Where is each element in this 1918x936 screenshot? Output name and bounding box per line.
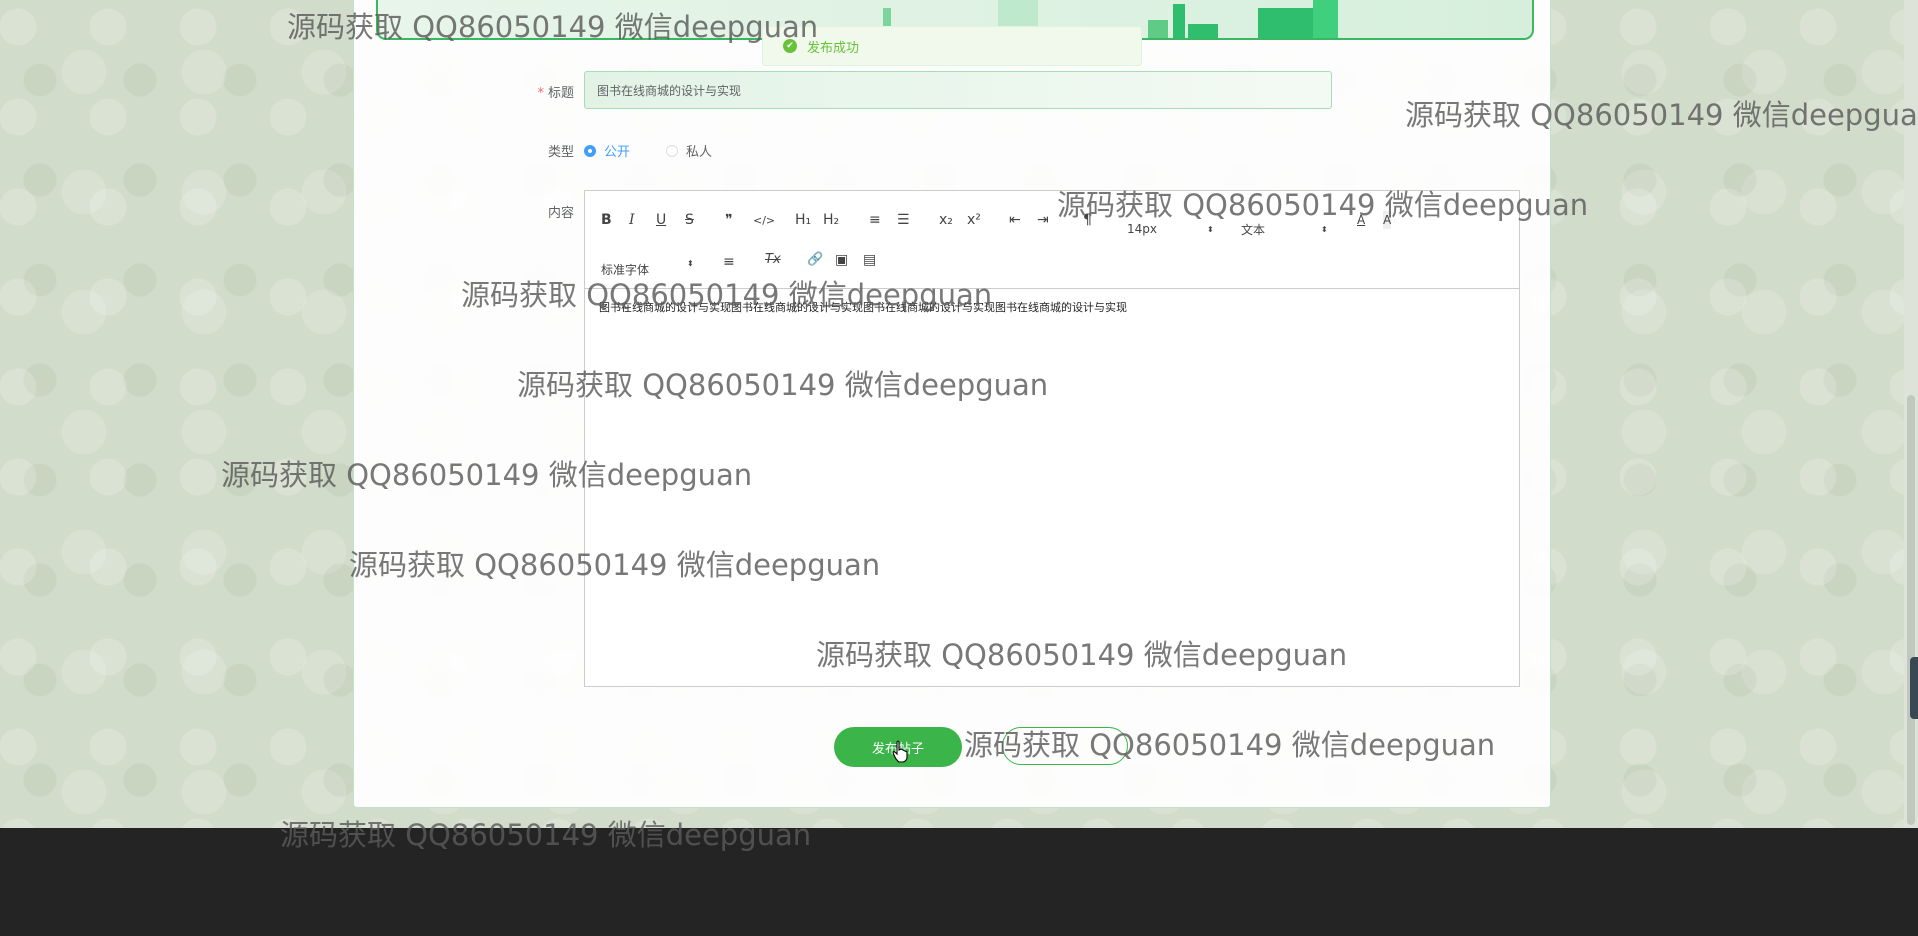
header-1-icon[interactable]: H₁ bbox=[795, 211, 811, 229]
editor-toolbar: B I U S ❞ </> H₁ H₂ ≡ ☰ x₂ x² ⇤ ⇥ ¶ 14px… bbox=[585, 191, 1519, 289]
font-size-select[interactable]: 14px ⬍ bbox=[1127, 221, 1217, 237]
title-input-value: 图书在线商城的设计与实现 bbox=[597, 83, 742, 98]
select-arrows-icon: ⬍ bbox=[1321, 224, 1328, 234]
radio-public-label: 公开 bbox=[604, 145, 631, 160]
align-icon[interactable]: ≡ bbox=[723, 253, 735, 271]
header-select-value: 文本 bbox=[1241, 222, 1266, 237]
ordered-list-icon[interactable]: ≡ bbox=[869, 211, 881, 229]
title-label: * 标题 bbox=[520, 82, 574, 101]
radio-public-dot bbox=[584, 144, 596, 157]
radio-private-dot bbox=[666, 144, 678, 157]
scrollbar-thumb[interactable] bbox=[1907, 395, 1915, 825]
bottom-dark-bar bbox=[0, 828, 1918, 936]
banner-building bbox=[1173, 4, 1185, 38]
editor-content[interactable]: 图书在线商城的设计与实现图书在线商城的设计与实现图书在线商城的设计与实现图书在线… bbox=[599, 299, 1499, 315]
text-direction-icon[interactable]: ¶ bbox=[1083, 211, 1092, 229]
radio-private[interactable]: 私人 bbox=[666, 141, 712, 160]
header-2-icon[interactable]: H₂ bbox=[823, 211, 839, 229]
reset-button[interactable] bbox=[1002, 727, 1128, 765]
banner-building bbox=[1258, 8, 1313, 38]
indent-icon[interactable]: ⇥ bbox=[1037, 211, 1049, 229]
type-label: 类型 bbox=[547, 145, 574, 160]
video-icon[interactable]: ▤ bbox=[863, 251, 876, 269]
superscript-icon[interactable]: x² bbox=[967, 211, 981, 229]
font-size-value: 14px bbox=[1127, 222, 1157, 236]
link-icon[interactable]: 🔗 bbox=[807, 251, 823, 269]
banner-building bbox=[1188, 24, 1218, 38]
font-family-select[interactable]: 标准字体 ⬍ bbox=[601, 259, 696, 277]
text-color-icon[interactable]: A bbox=[1357, 211, 1365, 229]
hand-cursor-icon bbox=[892, 740, 908, 763]
bullet-list-icon[interactable]: ☰ bbox=[897, 211, 910, 229]
bold-icon[interactable]: B bbox=[601, 211, 612, 229]
banner-building bbox=[1148, 20, 1168, 38]
toast-message: 发布成功 bbox=[807, 40, 860, 56]
title-label-text: 标题 bbox=[547, 86, 574, 101]
underline-icon[interactable]: U bbox=[656, 211, 666, 229]
blockquote-icon[interactable]: ❞ bbox=[725, 211, 733, 229]
strikethrough-icon[interactable]: S bbox=[685, 211, 694, 229]
rich-text-editor: B I U S ❞ </> H₁ H₂ ≡ ☰ x₂ x² ⇤ ⇥ ¶ 14px… bbox=[584, 190, 1520, 687]
banner-building bbox=[1313, 0, 1338, 38]
code-block-icon[interactable]: </> bbox=[753, 212, 775, 230]
header-select[interactable]: 文本 ⬍ bbox=[1241, 221, 1331, 237]
italic-icon[interactable]: I bbox=[629, 211, 635, 229]
title-input[interactable]: 图书在线商城的设计与实现 bbox=[584, 71, 1332, 109]
clean-format-icon[interactable]: Tx bbox=[765, 251, 781, 269]
font-family-value: 标准字体 bbox=[601, 262, 650, 277]
image-icon[interactable]: ▣ bbox=[835, 251, 848, 269]
success-toast: ✔ 发布成功 bbox=[762, 26, 1142, 66]
subscript-icon[interactable]: x₂ bbox=[939, 211, 953, 229]
side-float-tab[interactable] bbox=[1910, 657, 1918, 719]
success-check-icon: ✔ bbox=[783, 39, 797, 53]
radio-public[interactable]: 公开 bbox=[584, 141, 630, 160]
select-arrows-icon: ⬍ bbox=[1207, 224, 1214, 234]
radio-private-label: 私人 bbox=[686, 145, 713, 160]
background-color-icon[interactable]: A bbox=[1383, 211, 1392, 229]
content-label: 内容 bbox=[547, 206, 574, 221]
select-arrows-icon: ⬍ bbox=[687, 259, 694, 268]
required-mark: * bbox=[537, 86, 544, 101]
outdent-icon[interactable]: ⇤ bbox=[1009, 211, 1021, 229]
